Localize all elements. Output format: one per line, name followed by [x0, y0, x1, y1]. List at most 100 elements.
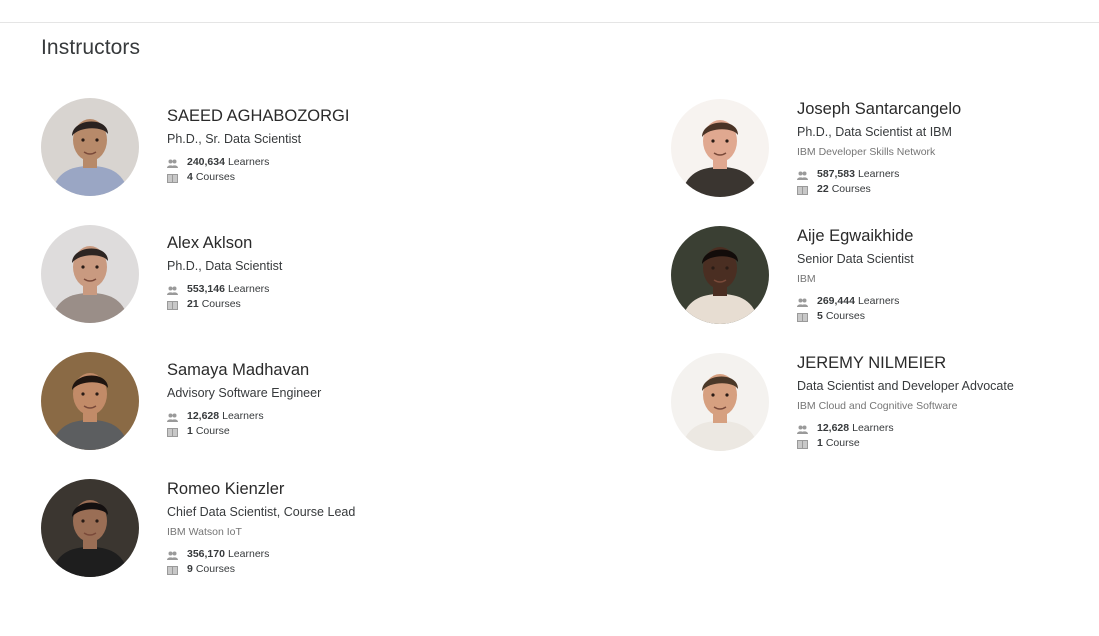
courses-count: 1 [817, 437, 823, 449]
instructor-name-link[interactable]: Samaya Madhavan [167, 360, 467, 380]
courses-stat: 1 Course [167, 424, 467, 439]
book-icon [167, 300, 178, 310]
instructor-card[interactable]: Samaya Madhavan Advisory Software Enginee… [41, 352, 461, 462]
courses-count: 21 [187, 298, 199, 310]
instructor-avatar[interactable] [41, 479, 139, 577]
instructor-organization: IBM Watson IoT [167, 526, 242, 538]
instructor-avatar[interactable] [671, 226, 769, 324]
instructor-title: Ph.D., Sr. Data Scientist [167, 132, 302, 146]
courses-stat: 21 Courses [167, 297, 467, 312]
courses-label: Courses [201, 298, 241, 310]
learners-stat: 553,146 Learners [167, 282, 467, 297]
instructor-avatar[interactable] [41, 225, 139, 323]
instructor-avatar[interactable] [671, 353, 769, 451]
instructor-stats: 12,628 Learners 1 Course [797, 421, 1097, 451]
instructor-card[interactable]: SAEED AGHABOZORGI Ph.D., Sr. Data Scienti… [41, 98, 461, 208]
learners-stat: 587,583 Learners [797, 167, 1097, 182]
learners-label: Learners [857, 168, 900, 180]
learners-count: 587,583 [817, 168, 855, 180]
learners-stat: 240,634 Learners [167, 155, 467, 170]
courses-stat: 22 Courses [797, 182, 1097, 197]
instructor-avatar[interactable] [41, 98, 139, 196]
instructor-card[interactable]: Romeo Kienzler Chief Data Scientist, Cour… [41, 479, 461, 589]
instructor-title: Chief Data Scientist, Course Lead [167, 505, 356, 519]
learners-count: 12,628 [187, 410, 220, 422]
courses-count: 22 [817, 183, 829, 195]
instructor-organization: IBM [797, 273, 816, 285]
learners-icon [167, 285, 178, 295]
courses-label: Courses [831, 183, 871, 195]
book-icon [797, 312, 808, 322]
instructor-title: Data Scientist and Developer Advocate [797, 379, 1014, 393]
learners-icon [797, 297, 808, 307]
instructor-name-link[interactable]: Joseph Santarcangelo [797, 99, 1097, 119]
instructor-stats: 240,634 Learners 4 Courses [167, 155, 467, 185]
learners-label: Learners [227, 283, 270, 295]
learners-label: Learners [857, 295, 900, 307]
instructor-info: Romeo Kienzler Chief Data Scientist, Cour… [167, 479, 467, 577]
courses-stat: 5 Courses [797, 309, 1097, 324]
learners-stat: 269,444 Learners [797, 294, 1097, 309]
learners-label: Learners [227, 156, 270, 168]
instructor-title: Advisory Software Engineer [167, 386, 322, 400]
courses-count: 1 [187, 425, 193, 437]
courses-count: 9 [187, 563, 193, 575]
instructor-info: Aije Egwaikhide Senior Data Scientist IBM 2… [797, 226, 1097, 324]
learners-label: Learners [852, 422, 894, 434]
courses-count: 5 [817, 310, 823, 322]
instructor-card[interactable]: Alex Aklson Ph.D., Data Scientist 553,146 L… [41, 225, 461, 335]
instructor-info: Samaya Madhavan Advisory Software Enginee… [167, 360, 467, 439]
book-icon [167, 427, 178, 437]
courses-stat: 9 Courses [167, 562, 467, 577]
instructor-avatar[interactable] [671, 99, 769, 197]
instructor-card[interactable]: Joseph Santarcangelo Ph.D., Data Scientis… [671, 99, 1091, 209]
courses-stat: 4 Courses [167, 170, 467, 185]
learners-count: 356,170 [187, 548, 225, 560]
instructor-card[interactable]: Aije Egwaikhide Senior Data Scientist IBM 2… [671, 226, 1091, 336]
instructor-stats: 12,628 Learners 1 Course [167, 409, 467, 439]
instructor-title: Ph.D., Data Scientist [167, 259, 283, 273]
instructor-info: Alex Aklson Ph.D., Data Scientist 553,146 L… [167, 233, 467, 312]
learners-stat: 12,628 Learners [167, 409, 467, 424]
book-icon [797, 439, 808, 449]
book-icon [167, 565, 178, 575]
instructor-info: SAEED AGHABOZORGI Ph.D., Sr. Data Scienti… [167, 106, 467, 185]
instructor-avatar[interactable] [41, 352, 139, 450]
courses-label: Course [825, 437, 860, 449]
learners-stat: 12,628 Learners [797, 421, 1097, 436]
instructor-title: Ph.D., Data Scientist at IBM [797, 125, 952, 139]
learners-label: Learners [227, 548, 270, 560]
header-divider [0, 22, 1099, 23]
learners-icon [797, 170, 808, 180]
instructor-title: Senior Data Scientist [797, 252, 914, 266]
courses-count: 4 [187, 171, 193, 183]
learners-count: 553,146 [187, 283, 225, 295]
learners-stat: 356,170 Learners [167, 547, 467, 562]
instructor-info: Joseph Santarcangelo Ph.D., Data Scientis… [797, 99, 1097, 197]
courses-label: Courses [195, 171, 235, 183]
instructor-name-link[interactable]: Romeo Kienzler [167, 479, 467, 499]
book-icon [167, 173, 178, 183]
book-icon [797, 185, 808, 195]
courses-label: Courses [825, 310, 865, 322]
section-title: Instructors [41, 36, 141, 59]
learners-icon [797, 424, 808, 434]
learners-icon [167, 158, 178, 168]
instructor-stats: 553,146 Learners 21 Courses [167, 282, 467, 312]
instructor-name-link[interactable]: JEREMY NILMEIER [797, 353, 1097, 373]
learners-icon [167, 550, 178, 560]
instructor-organization: IBM Cloud and Cognitive Software [797, 400, 958, 412]
learners-count: 12,628 [817, 422, 850, 434]
instructor-name-link[interactable]: Alex Aklson [167, 233, 467, 253]
learners-label: Learners [222, 410, 264, 422]
learners-count: 240,634 [187, 156, 225, 168]
learners-icon [167, 412, 178, 422]
instructor-card[interactable]: JEREMY NILMEIER Data Scientist and Develo… [671, 353, 1091, 463]
instructor-name-link[interactable]: SAEED AGHABOZORGI [167, 106, 467, 126]
instructor-stats: 587,583 Learners 22 Courses [797, 167, 1097, 197]
instructor-name-link[interactable]: Aije Egwaikhide [797, 226, 1097, 246]
instructor-stats: 356,170 Learners 9 Courses [167, 547, 467, 577]
courses-label: Course [195, 425, 230, 437]
instructor-stats: 269,444 Learners 5 Courses [797, 294, 1097, 324]
instructor-info: JEREMY NILMEIER Data Scientist and Develo… [797, 353, 1097, 451]
